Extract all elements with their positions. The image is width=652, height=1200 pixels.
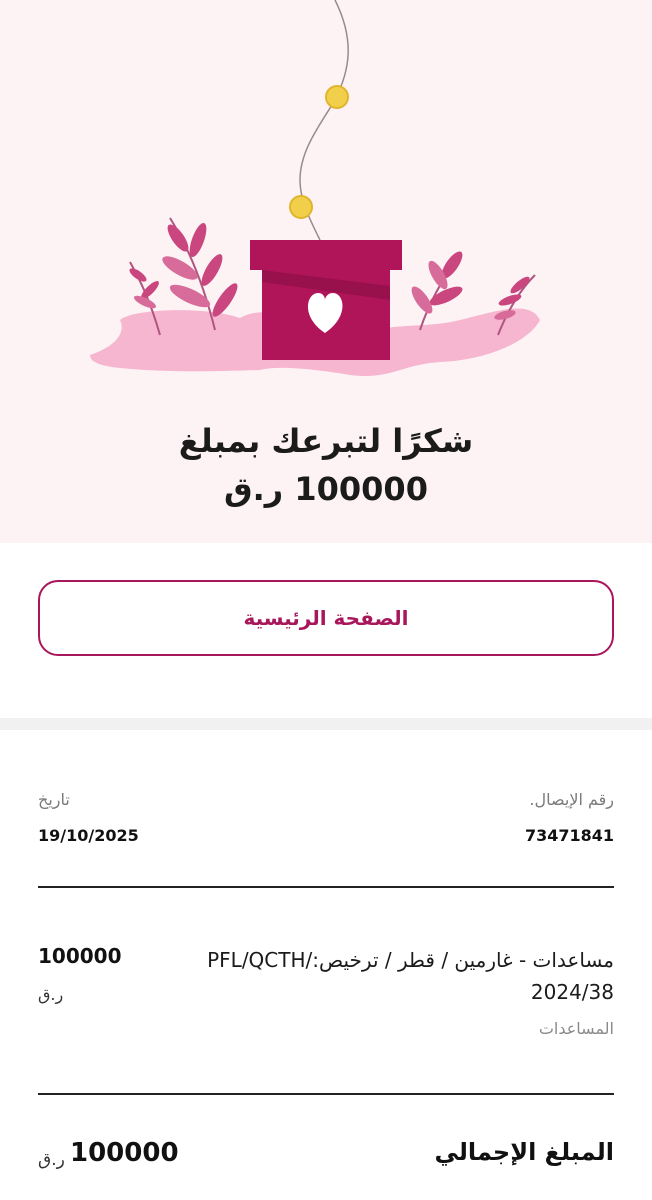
total-label: المبلغ الإجمالي (434, 1138, 614, 1166)
item-description-line1: مساعدات - غارمين / قطر / ترخيص:/PFL/QCTH (207, 948, 614, 972)
divider (38, 1093, 614, 1095)
receipt-number-label: رقم الإيصال. (529, 790, 614, 809)
item-category: المساعدات (538, 1019, 614, 1038)
date-value: 19/10/2025 (38, 826, 139, 845)
item-amount: 100000 (38, 944, 122, 968)
date-label: تاريخ (38, 790, 70, 809)
donation-item-description: مساعدات - غارمين / قطر / ترخيص:/PFL/QCTH… (174, 944, 614, 1008)
section-divider (0, 718, 652, 730)
coin-icon (289, 195, 313, 219)
home-page-button[interactable]: الصفحة الرئيسية (38, 580, 614, 656)
item-description-line2: 2024/38 (530, 980, 614, 1004)
thanks-message: شكرًا لتبرعك بمبلغ (178, 422, 474, 460)
donated-amount: 100000 ر.ق (224, 470, 428, 508)
total-currency: ر.ق (38, 1150, 65, 1170)
item-currency: ر.ق (38, 985, 64, 1004)
total-amount: 100000 (70, 1138, 179, 1168)
success-hero: شكرًا لتبرعك بمبلغ 100000 ر.ق (0, 0, 652, 543)
home-page-button-label: الصفحة الرئيسية (243, 606, 409, 630)
receipt-number-value: 73471841 (524, 826, 614, 845)
divider (38, 886, 614, 888)
coin-icon (325, 85, 349, 109)
donation-box-illustration (90, 0, 540, 377)
donation-box (250, 240, 402, 360)
